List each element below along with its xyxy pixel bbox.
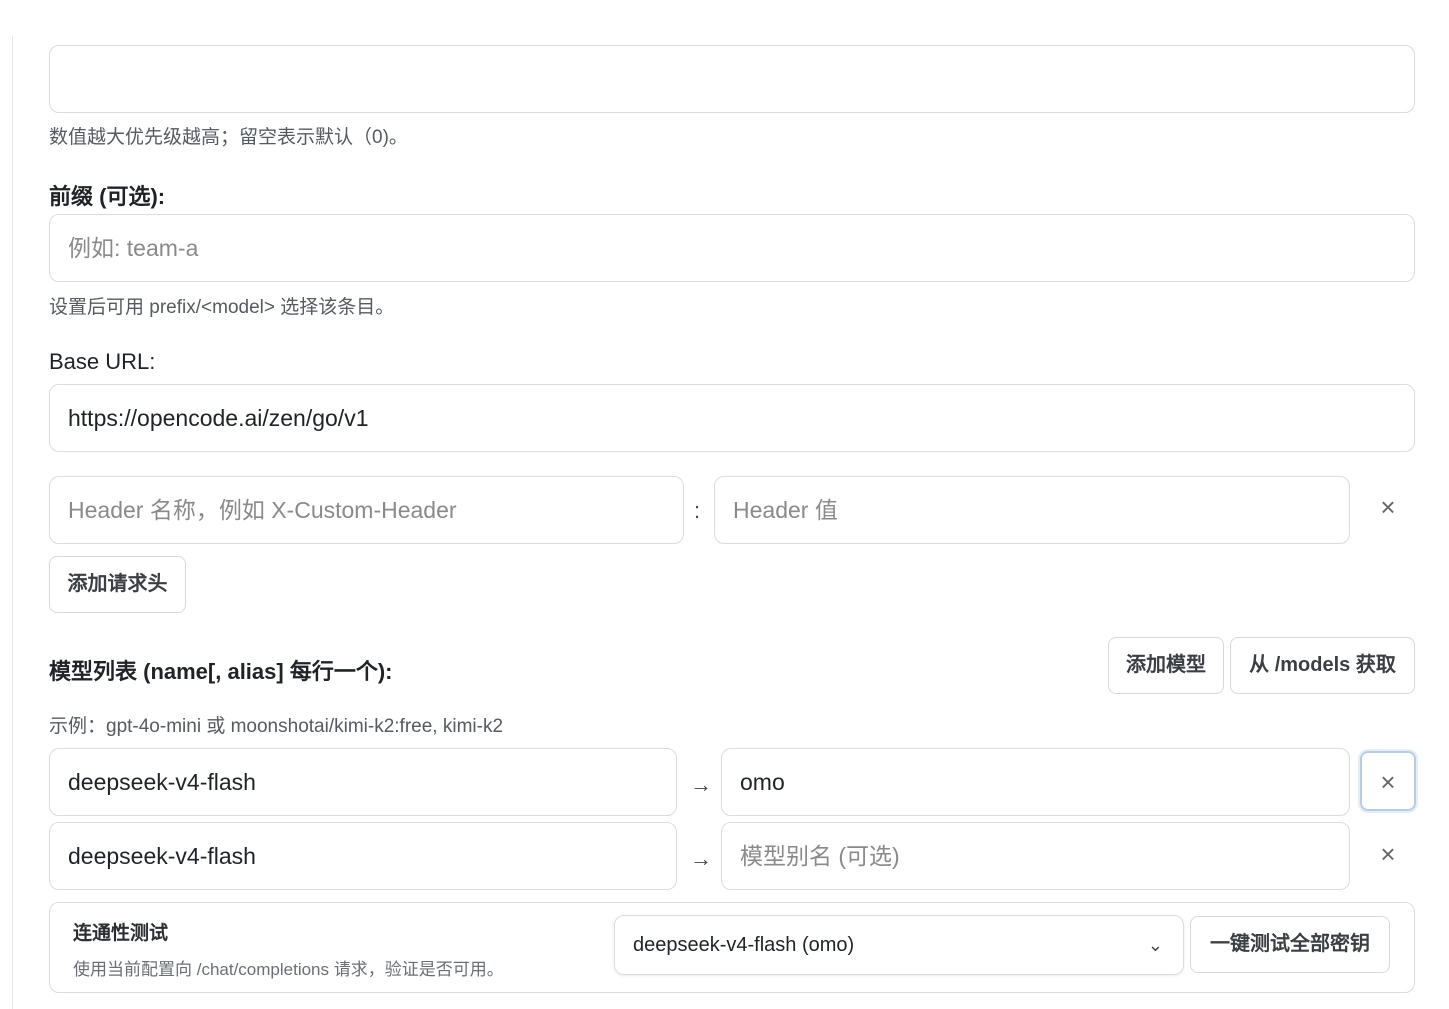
models-label: 模型列表 (name[, alias] 每行一个): bbox=[49, 659, 393, 684]
close-icon: × bbox=[1380, 839, 1396, 869]
model-select[interactable]: deepseek-v4-flash (omo) ⌄ bbox=[614, 915, 1184, 975]
close-icon: × bbox=[1380, 767, 1396, 797]
priority-input[interactable] bbox=[49, 45, 1415, 113]
close-icon: × bbox=[1380, 492, 1396, 522]
header-name-input[interactable]: Header 名称，例如 X-Custom-Header bbox=[49, 476, 684, 544]
model-select-value: deepseek-v4-flash (omo) bbox=[633, 934, 855, 956]
model-name-input[interactable]: deepseek-v4-flash bbox=[49, 748, 677, 816]
model-alias-input[interactable]: 模型别名 (可选) bbox=[721, 822, 1350, 890]
arrow-icon: → bbox=[690, 846, 712, 871]
base-url-input[interactable]: https://opencode.ai/zen/go/v1 bbox=[49, 384, 1415, 452]
model-alias-input[interactable]: omo bbox=[721, 748, 1350, 816]
connectivity-title: 连通性测试 bbox=[73, 923, 169, 944]
prefix-hint: 设置后可用 prefix/<model> 选择该条目。 bbox=[49, 297, 395, 318]
test-all-keys-button[interactable]: 一键测试全部密钥 bbox=[1190, 916, 1390, 973]
model-name-input[interactable]: deepseek-v4-flash bbox=[49, 822, 677, 890]
add-header-button[interactable]: 添加请求头 bbox=[49, 556, 186, 613]
arrow-icon: → bbox=[690, 772, 712, 797]
header-separator: : bbox=[694, 498, 701, 523]
priority-hint: 数值越大优先级越高；留空表示默认（0)。 bbox=[49, 127, 408, 148]
left-divider bbox=[12, 36, 13, 1009]
prefix-input[interactable]: 例如: team-a bbox=[49, 214, 1415, 282]
models-example: 示例：gpt-4o-mini 或 moonshotai/kimi-k2:free… bbox=[49, 716, 504, 737]
connectivity-description: 使用当前配置向 /chat/completions 请求，验证是否可用。 bbox=[73, 960, 504, 979]
remove-model-button[interactable]: × bbox=[1360, 751, 1416, 811]
add-model-button[interactable]: 添加模型 bbox=[1108, 637, 1224, 694]
chevron-down-icon: ⌄ bbox=[1147, 935, 1163, 955]
header-value-input[interactable]: Header 值 bbox=[714, 476, 1350, 544]
base-url-label: Base URL: bbox=[49, 349, 156, 374]
remove-model-button[interactable]: × bbox=[1360, 825, 1416, 885]
fetch-models-button[interactable]: 从 /models 获取 bbox=[1230, 637, 1415, 694]
remove-header-button[interactable]: × bbox=[1360, 478, 1416, 538]
prefix-label: 前缀 (可选): bbox=[49, 184, 166, 209]
